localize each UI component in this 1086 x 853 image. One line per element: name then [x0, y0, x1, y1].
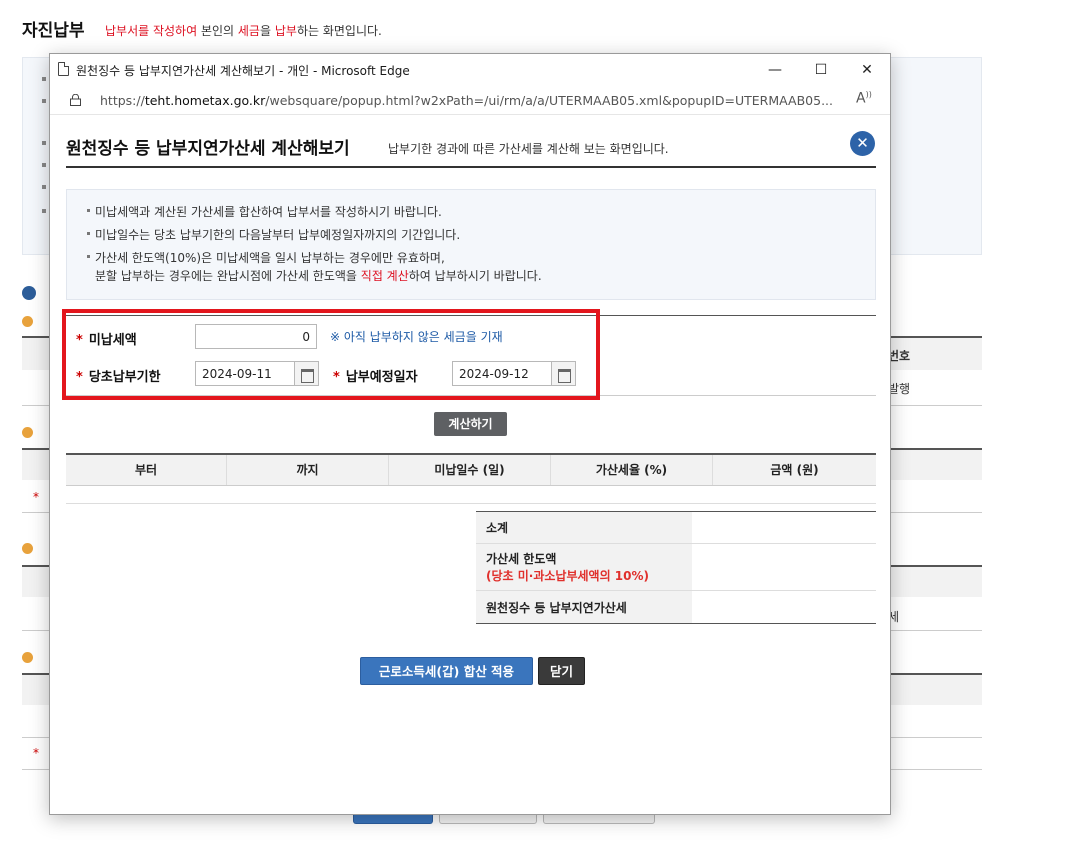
popup-close-button[interactable]: ✕ — [850, 131, 875, 156]
result-table-header: 부터 까지 미납일수 (일) 가산세율 (%) 금액 (원) — [66, 455, 876, 486]
summary-key: 원천징수 등 납부지연가산세 — [476, 591, 692, 623]
summary-table: 소계 가산세 한도액 (당초 미·과소납부세액의 10%) 원천징수 등 납부지연… — [476, 511, 876, 624]
result-table: 부터 까지 미납일수 (일) 가산세율 (%) 금액 (원) — [66, 453, 876, 504]
summary-value — [692, 591, 876, 623]
minimize-icon: — — [768, 61, 782, 78]
section-dot-icon — [22, 427, 33, 438]
bullet-icon — [42, 141, 46, 145]
bullet-icon — [42, 77, 46, 81]
window-close-button[interactable]: ✕ — [844, 54, 890, 85]
url-scheme: https:// — [100, 93, 145, 108]
section-dot-icon — [22, 543, 33, 554]
bullet-icon — [42, 163, 46, 167]
notice-line-4: 분할 납부하는 경우에는 완납시점에 가산세 한도액을 직접 계산하여 납부하시… — [95, 267, 542, 284]
calendar-icon[interactable] — [294, 361, 319, 386]
desc-red-2: 세금 — [237, 24, 260, 38]
table-row — [66, 486, 876, 504]
required-star: * — [33, 490, 39, 504]
url-path: /websquare/popup.html?w2xPath=/ui/rm/a/a… — [265, 93, 833, 108]
calendar-icon[interactable] — [551, 361, 576, 386]
bullet-icon — [87, 209, 90, 212]
read-aloud-icon[interactable]: A)) — [856, 90, 872, 107]
maximize-icon: ☐ — [814, 61, 828, 78]
bullet-icon — [42, 185, 46, 189]
bullet-icon — [87, 255, 90, 258]
notice-line-4-red: 직접 계산 — [360, 269, 409, 283]
notice-line-4-a: 분할 납부하는 경우에는 완납시점에 가산세 한도액을 — [95, 269, 361, 283]
original-due-input[interactable]: 2024-09-11 — [195, 361, 295, 386]
summary-key: 가산세 한도액 (당초 미·과소납부세액의 10%) — [476, 544, 692, 590]
page-title: 자진납부 — [22, 21, 85, 41]
notice-line-4-b: 하여 납부하시기 바랍니다. — [408, 269, 542, 283]
notice-line-2: 미납일수는 당초 납부기한의 다음날부터 납부예정일자까지의 기간입니다. — [95, 228, 461, 242]
popup-title: 원천징수 등 납부지연가산세 계산해보기 — [66, 139, 350, 159]
column-header: 금액 (원) — [770, 463, 819, 477]
title-divider — [66, 166, 876, 168]
close-button[interactable]: 닫기 — [538, 657, 585, 685]
desc-red-3: 납부 — [274, 24, 297, 38]
url-text[interactable]: https://teht.hometax.go.kr/websquare/pop… — [100, 93, 835, 108]
unpaid-tax-label: * 미납세액 — [76, 333, 137, 348]
summary-value — [692, 512, 876, 543]
column-header: 가산세율 (%) — [551, 455, 713, 485]
page-description: 납부서를 작성하여 본인의 세금을 납부하는 화면입니다. — [105, 22, 382, 39]
notice-box: 미납세액과 계산된 가산세를 합산하여 납부서를 작성하시기 바랍니다. 미납일… — [66, 189, 876, 300]
desc-mid-1: 본인의 — [197, 24, 238, 38]
desc-mid-2: 을 — [259, 24, 275, 38]
page-icon — [58, 62, 69, 76]
summary-row-subtotal: 소계 — [476, 512, 876, 544]
edge-popup-window: 원천징수 등 납부지연가산세 계산해보기 - 개인 - Microsoft Ed… — [49, 53, 891, 815]
bullet-icon — [87, 232, 90, 235]
column-header: 까지 — [227, 455, 389, 485]
planned-date-input[interactable]: 2024-09-12 — [452, 361, 552, 386]
unpaid-tax-input[interactable]: 0 — [195, 324, 317, 349]
summary-row-limit: 가산세 한도액 (당초 미·과소납부세액의 10%) — [476, 544, 876, 591]
column-header: 부터 — [66, 455, 227, 485]
notice-line-1: 미납세액과 계산된 가산세를 합산하여 납부서를 작성하시기 바랍니다. — [95, 205, 442, 219]
bullet-icon — [42, 99, 46, 103]
window-title: 원천징수 등 납부지연가산세 계산해보기 - 개인 - Microsoft Ed… — [76, 64, 410, 78]
summary-row-total: 원천징수 등 납부지연가산세 — [476, 591, 876, 623]
lock-icon — [70, 94, 81, 106]
maximize-button[interactable]: ☐ — [798, 54, 844, 85]
url-host: teht.hometax.go.kr — [144, 93, 266, 108]
minimize-button[interactable]: — — [752, 54, 798, 85]
unpaid-tax-hint: ※ 아직 납부하지 않은 세금을 기재 — [330, 330, 503, 344]
bullet-icon — [42, 209, 46, 213]
column-header: 미납일수 (일) — [389, 455, 551, 485]
planned-date-label: * 납부예정일자 — [333, 370, 418, 385]
desc-end: 하는 화면입니다. — [296, 24, 382, 38]
desc-red-1: 납부서를 작성하여 — [105, 24, 198, 38]
window-titlebar[interactable]: 원천징수 등 납부지연가산세 계산해보기 - 개인 - Microsoft Ed… — [50, 54, 890, 85]
original-due-label: * 당초납부기한 — [76, 370, 161, 385]
notice-line-3: 가산세 한도액(10%)은 미납세액을 일시 납부하는 경우에만 유효하며, — [95, 251, 445, 265]
summary-key: 소계 — [476, 512, 692, 543]
section-dot-icon — [22, 316, 33, 327]
close-icon: ✕ — [856, 134, 869, 152]
apply-sum-button[interactable]: 근로소득세(갑) 합산 적용 — [360, 657, 533, 685]
popup-subtitle: 납부기한 경과에 따른 가산세를 계산해 보는 화면입니다. — [388, 142, 669, 156]
bg-header-number: 번호 — [888, 349, 911, 363]
close-icon: ✕ — [861, 61, 873, 78]
section-dot-icon — [22, 652, 33, 663]
required-star: * — [33, 746, 39, 760]
address-bar[interactable]: https://teht.hometax.go.kr/websquare/pop… — [50, 85, 890, 115]
bg-cell-issue: 발행 — [888, 382, 911, 396]
section-arrow-icon — [22, 286, 36, 300]
calculate-button[interactable]: 계산하기 — [434, 412, 507, 436]
highlight-box — [62, 309, 600, 400]
summary-value — [692, 544, 876, 590]
